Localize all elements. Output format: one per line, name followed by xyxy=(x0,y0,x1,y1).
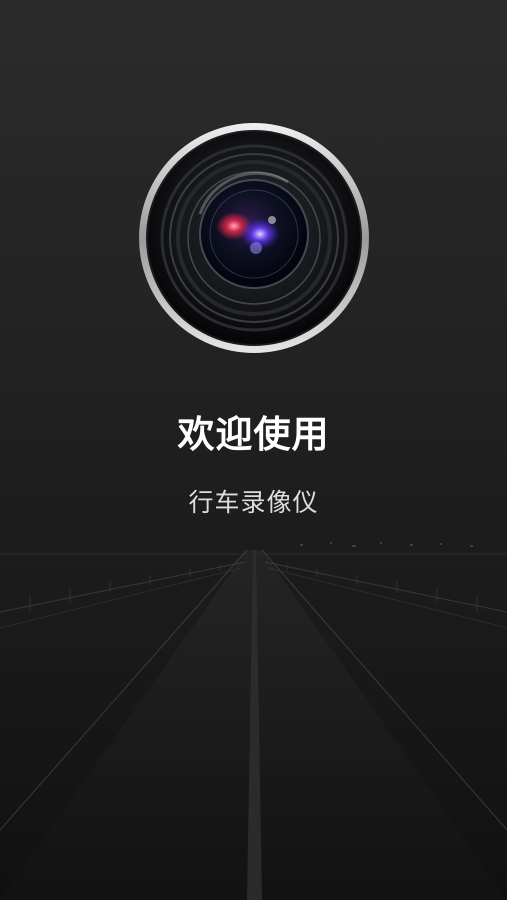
welcome-title: 欢迎使用 xyxy=(177,413,330,456)
camera-lens-icon xyxy=(139,123,369,353)
app-name-subtitle: 行车录像仪 xyxy=(188,488,319,517)
splash-screen: 欢迎使用 行车录像仪 xyxy=(0,0,507,900)
road-background xyxy=(0,530,507,900)
